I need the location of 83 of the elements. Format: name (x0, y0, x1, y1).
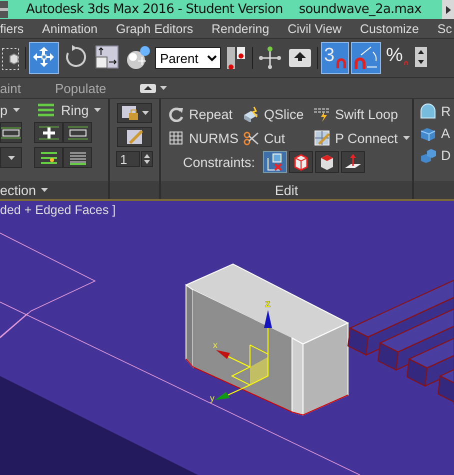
axis-label: x (213, 340, 218, 350)
plus-lines-icon (38, 126, 58, 140)
square-cross-icon (266, 153, 284, 171)
command-button[interactable]: Swift Loop (314, 106, 412, 122)
command-button[interactable]: P Connect (314, 130, 412, 146)
pivot-bars-icon (225, 45, 247, 71)
dropdown-button[interactable]: Ring (36, 102, 108, 118)
normal-arrow-icon (344, 153, 362, 171)
box-arrows-icon (95, 45, 119, 71)
menu-item[interactable]: Civil View (288, 22, 342, 36)
circular-arrow-icon (168, 106, 184, 122)
paint-button[interactable] (117, 127, 152, 147)
dome-icon (420, 103, 436, 119)
menu-item[interactable]: fiers (0, 22, 24, 36)
window-title: Autodesk 3ds Max 2016 - Student Version (26, 2, 283, 17)
spinner-arrows-button[interactable] (141, 151, 153, 167)
brush-grid-icon (314, 130, 330, 146)
axis-label: z (265, 298, 270, 310)
ring-shift-button[interactable] (63, 147, 92, 168)
constraint-button[interactable] (341, 151, 366, 173)
up-down-arrows-icon (143, 153, 151, 165)
menu-item[interactable]: Customize (360, 22, 419, 36)
angle-snap-button[interactable] (351, 42, 381, 74)
caret-icon (142, 111, 148, 115)
spinner-field[interactable]: 1 (116, 151, 140, 167)
triangle-right-icon (446, 6, 450, 14)
caret-icon (160, 86, 168, 90)
box-icon (420, 125, 436, 141)
axis-label: y (210, 393, 214, 403)
shrink-button[interactable] (0, 122, 22, 143)
percent-snap-button[interactable]: % (383, 42, 411, 74)
loop-shift-button[interactable] (34, 147, 63, 168)
lines-spark-icon (38, 150, 58, 164)
dashed-cube-icon (2, 45, 20, 71)
command-button[interactable]: NURMS (168, 130, 243, 146)
snap-toggle-button[interactable]: 3 (321, 42, 349, 74)
wire-cube-icon (292, 153, 310, 171)
command-button[interactable]: QSlice (243, 106, 314, 122)
window-menu-button[interactable] (0, 1, 8, 18)
sphere-icon (125, 45, 151, 71)
select-dropdown-button[interactable] (0, 147, 22, 168)
ribbon-tab[interactable]: aint (0, 80, 21, 96)
constraint-button[interactable] (289, 151, 314, 173)
command-button[interactable]: R (420, 103, 454, 119)
viewport-label[interactable]: ded + Edged Faces ] (0, 203, 116, 217)
brush-grid-icon (126, 129, 144, 145)
slice-box-icon (243, 106, 259, 122)
bar-icon (1, 126, 21, 140)
crosshair-icon (258, 45, 282, 71)
menu-item[interactable]: Graph Editors (116, 22, 194, 36)
panel-title[interactable]: Edit (274, 182, 298, 198)
constraint-button[interactable] (263, 151, 288, 173)
dropdown-button[interactable]: p (0, 102, 22, 118)
file-name: soundwave_2a.max (298, 2, 422, 17)
command-button[interactable]: D (420, 147, 454, 163)
command-button[interactable]: A (420, 125, 454, 141)
stacked-boxes-icon (420, 147, 436, 163)
dash-icon (0, 8, 8, 11)
scroll-right-button[interactable] (442, 0, 454, 19)
caret-icon (8, 156, 14, 160)
lock-button[interactable] (117, 103, 152, 123)
menu-item[interactable]: Animation (42, 22, 98, 36)
command-button[interactable]: Repeat (168, 106, 243, 122)
ribbon-options-button[interactable] (140, 84, 168, 92)
ribbon-tab[interactable]: Populate (54, 80, 106, 96)
command-button[interactable]: Cut (243, 130, 314, 146)
bar-icon (68, 126, 88, 140)
magnet-angle-icon (353, 45, 379, 71)
stacked-lines-icon (36, 102, 56, 118)
loop-bolt-icon (314, 106, 330, 122)
constraints-label: Constraints: (183, 154, 256, 170)
loop-button[interactable] (63, 122, 92, 143)
constraint-button[interactable] (315, 151, 340, 173)
reference-coordinate-dropdown[interactable]: Parent (155, 47, 221, 69)
menu-item[interactable]: Rendering (212, 22, 270, 36)
stacked-lines-icon (68, 150, 88, 164)
move-button[interactable] (29, 42, 59, 74)
menu-item[interactable]: Sc (437, 22, 452, 36)
padlock-grid-icon (120, 105, 138, 121)
scissors-icon (243, 130, 259, 146)
grow-button[interactable] (34, 122, 63, 143)
magnet-icon (336, 57, 346, 69)
grid-icon (168, 130, 184, 146)
